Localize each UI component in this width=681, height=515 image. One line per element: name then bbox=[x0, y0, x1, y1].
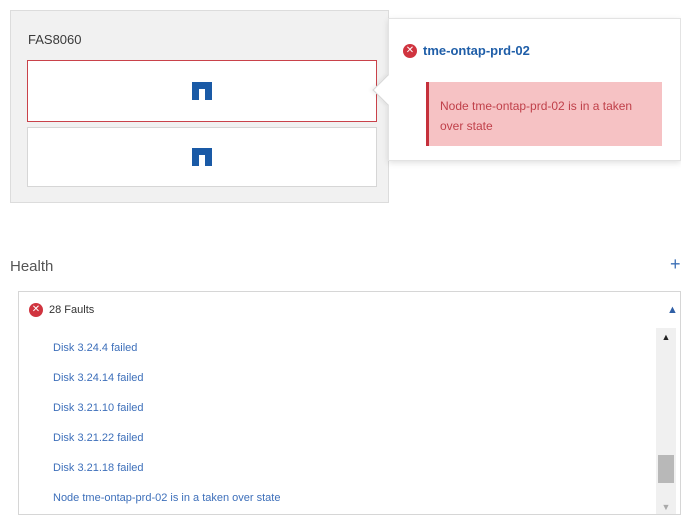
add-button[interactable]: + bbox=[670, 254, 681, 275]
fault-link[interactable]: Disk 3.24.14 failed bbox=[53, 372, 144, 384]
node-slot-2[interactable] bbox=[27, 127, 377, 187]
list-item: Node tme-ontap-prd-02 is in a taken over… bbox=[53, 490, 280, 514]
list-item: Disk 3.21.22 failed bbox=[53, 430, 280, 460]
list-item: Disk 3.21.10 failed bbox=[53, 400, 280, 430]
chassis-panel: FAS8060 bbox=[10, 10, 389, 203]
health-panel: ✕ 28 Faults ▲ Disk 3.24.4 failed Disk 3.… bbox=[18, 291, 681, 515]
scrollbar-thumb[interactable] bbox=[658, 455, 674, 483]
fault-link[interactable]: Disk 3.21.10 failed bbox=[53, 402, 144, 414]
fault-link[interactable]: Disk 3.21.22 failed bbox=[53, 432, 144, 444]
node-slot-1[interactable] bbox=[27, 60, 377, 122]
chassis-model-label: FAS8060 bbox=[28, 32, 82, 47]
fault-link[interactable]: Disk 3.21.18 failed bbox=[53, 462, 144, 474]
node-icon bbox=[192, 82, 212, 100]
scroll-up-arrow-icon[interactable]: ▲ bbox=[656, 328, 676, 346]
fault-list: Disk 3.24.4 failed Disk 3.24.14 failed D… bbox=[53, 340, 280, 514]
popover-header: ✕ tme-ontap-prd-02 bbox=[403, 43, 530, 58]
health-heading: Health bbox=[10, 258, 54, 275]
fault-list-scrollbar[interactable]: ▲ ▼ bbox=[656, 328, 676, 514]
node-alert-message: Node tme-ontap-prd-02 is in a taken over… bbox=[426, 82, 662, 146]
list-item: Disk 3.24.14 failed bbox=[53, 370, 280, 400]
node-icon bbox=[192, 148, 212, 166]
list-item: Disk 3.24.4 failed bbox=[53, 340, 280, 370]
error-circle-icon: ✕ bbox=[29, 303, 43, 317]
faults-count: 28 Faults bbox=[49, 304, 95, 316]
faults-toggle[interactable]: ✕ 28 Faults bbox=[29, 303, 94, 317]
list-item: Disk 3.21.18 failed bbox=[53, 460, 280, 490]
error-circle-icon: ✕ bbox=[403, 43, 417, 58]
node-name-link[interactable]: tme-ontap-prd-02 bbox=[423, 43, 530, 58]
fault-link[interactable]: Disk 3.24.4 failed bbox=[53, 342, 137, 354]
fault-link[interactable]: Node tme-ontap-prd-02 is in a taken over… bbox=[53, 492, 280, 504]
scroll-down-arrow-icon[interactable]: ▼ bbox=[656, 498, 676, 514]
chevron-up-icon[interactable]: ▲ bbox=[667, 304, 678, 316]
node-status-popover: ✕ tme-ontap-prd-02 Node tme-ontap-prd-02… bbox=[388, 18, 681, 161]
